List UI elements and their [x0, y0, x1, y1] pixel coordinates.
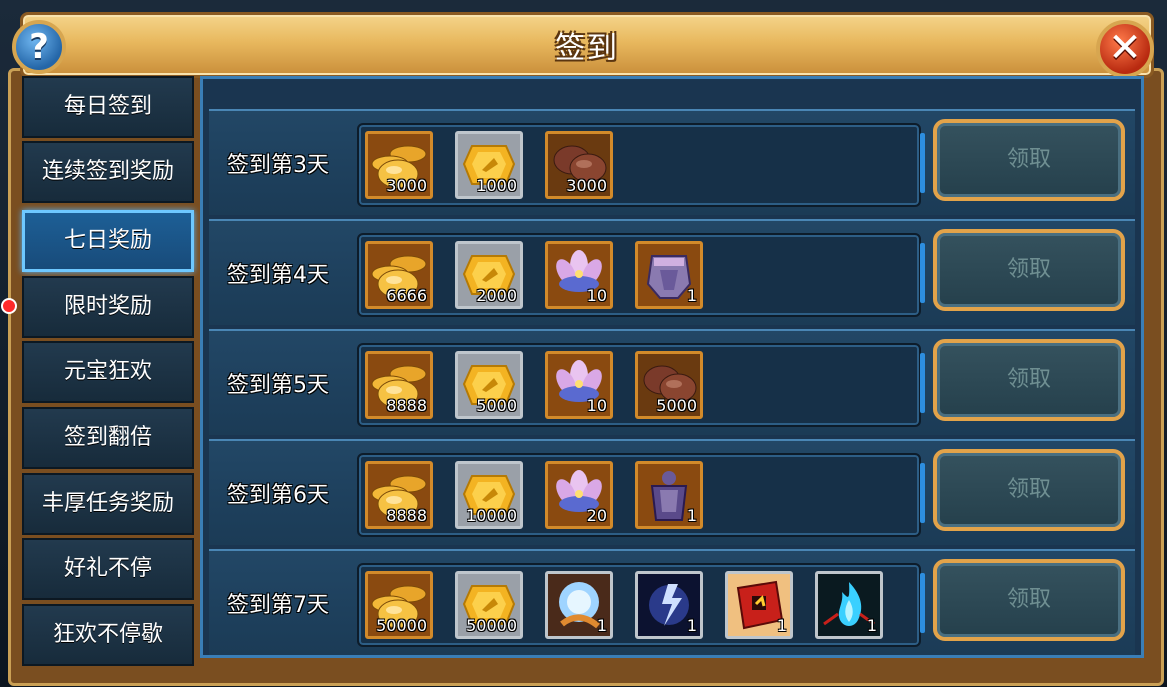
item-quantity: 10000: [466, 506, 517, 525]
sidebar-item-ingot-carnival[interactable]: 元宝狂欢: [22, 341, 194, 403]
red-scroll-item[interactable]: 1: [725, 571, 793, 639]
item-quantity: 1: [686, 616, 697, 635]
item-quantity: 3000: [566, 176, 607, 195]
lotus-item[interactable]: 10: [545, 351, 613, 419]
spirit-flame-item[interactable]: 1: [815, 571, 883, 639]
item-quantity: 5000: [656, 396, 697, 415]
armor-piece-item[interactable]: 1: [635, 241, 703, 309]
reward-items-box: 50000 50000 1 1 1 1: [357, 563, 925, 647]
reward-items-box: 3000 1000 3000: [357, 123, 925, 207]
reward-items-box: 6666 2000 10 1: [357, 233, 925, 317]
sidebar-item-consecutive-reward[interactable]: 连续签到奖励: [22, 141, 194, 203]
gold-ingot-item[interactable]: 5000: [455, 351, 523, 419]
item-quantity: 1000: [476, 176, 517, 195]
reward-row-day-4: 签到第4天 6666 2000 10 1 领取: [209, 219, 1135, 325]
day-label: 签到第7天: [227, 593, 329, 618]
reward-row-day-5: 签到第5天 8888 5000 10 5000 领取: [209, 329, 1135, 435]
lotus-item[interactable]: 10: [545, 241, 613, 309]
item-quantity: 50000: [376, 616, 427, 635]
sidebar-item-gifts-nonstop[interactable]: 好礼不停: [22, 538, 194, 600]
item-quantity: 8888: [386, 506, 427, 525]
close-button[interactable]: ✕: [1096, 20, 1154, 78]
claim-button[interactable]: 领取: [933, 119, 1125, 201]
day-label: 签到第3天: [227, 153, 329, 178]
reward-row-day-7: 签到第7天 50000 50000 1 1 1 1 领取: [209, 549, 1135, 655]
reward-items-box: 8888 5000 10 5000: [357, 343, 925, 427]
lotus-item[interactable]: 20: [545, 461, 613, 529]
item-quantity: 1: [686, 506, 697, 525]
item-quantity: 3000: [386, 176, 427, 195]
sidebar: 每日签到 连续签到奖励 七日奖励 限时奖励 元宝狂欢 签到翻倍 丰厚任务奖励 好…: [22, 76, 196, 666]
sidebar-item-carnival-nonstop[interactable]: 狂欢不停歇: [22, 604, 194, 666]
day-label: 签到第6天: [227, 483, 329, 508]
gold-coins-item[interactable]: 3000: [365, 131, 433, 199]
dialog-header: 签到: [20, 12, 1154, 78]
mushroom-item[interactable]: 3000: [545, 131, 613, 199]
day-label: 签到第4天: [227, 263, 329, 288]
item-quantity: 1: [776, 616, 787, 635]
gold-coins-item[interactable]: 8888: [365, 461, 433, 529]
item-quantity: 10: [586, 396, 607, 415]
gold-ingot-item[interactable]: 50000: [455, 571, 523, 639]
reward-row-day-6: 签到第6天 8888 10000 20 1 领取: [209, 439, 1135, 545]
armor-suit-item[interactable]: 1: [635, 461, 703, 529]
help-button[interactable]: ?: [12, 20, 66, 74]
gold-ingot-item[interactable]: 10000: [455, 461, 523, 529]
sidebar-item-daily-signin[interactable]: 每日签到: [22, 76, 194, 138]
item-quantity: 5000: [476, 396, 517, 415]
item-quantity: 2000: [476, 286, 517, 305]
claim-button[interactable]: 领取: [933, 559, 1125, 641]
reward-list-panel: 签到第3天 3000 1000 3000 领取 签到第4天 6666 2000 10 1 领取 签到第…: [200, 76, 1144, 658]
notification-dot: [1, 298, 17, 314]
item-quantity: 20: [586, 506, 607, 525]
item-quantity: 8888: [386, 396, 427, 415]
gold-coins-item[interactable]: 8888: [365, 351, 433, 419]
claim-button[interactable]: 领取: [933, 229, 1125, 311]
item-quantity: 6666: [386, 286, 427, 305]
item-quantity: 1: [596, 616, 607, 635]
sidebar-item-task-reward[interactable]: 丰厚任务奖励: [22, 473, 194, 535]
mushroom-item[interactable]: 5000: [635, 351, 703, 419]
claim-button[interactable]: 领取: [933, 339, 1125, 421]
gold-ingot-item[interactable]: 2000: [455, 241, 523, 309]
lightning-orb-item[interactable]: 1: [635, 571, 703, 639]
item-quantity: 50000: [466, 616, 517, 635]
sidebar-item-signin-double[interactable]: 签到翻倍: [22, 407, 194, 469]
gold-coins-item[interactable]: 50000: [365, 571, 433, 639]
dialog-title: 签到: [555, 31, 619, 66]
sidebar-item-seven-day-reward[interactable]: 七日奖励: [22, 210, 194, 272]
item-quantity: 1: [866, 616, 877, 635]
item-quantity: 10: [586, 286, 607, 305]
day-label: 签到第5天: [227, 373, 329, 398]
item-quantity: 1: [686, 286, 697, 305]
claim-button[interactable]: 领取: [933, 449, 1125, 531]
reward-row-day-3: 签到第3天 3000 1000 3000 领取: [209, 109, 1135, 215]
gold-coins-item[interactable]: 6666: [365, 241, 433, 309]
reward-items-box: 8888 10000 20 1: [357, 453, 925, 537]
ice-orb-item[interactable]: 1: [545, 571, 613, 639]
gold-ingot-item[interactable]: 1000: [455, 131, 523, 199]
sidebar-item-limited-reward[interactable]: 限时奖励: [22, 276, 194, 338]
